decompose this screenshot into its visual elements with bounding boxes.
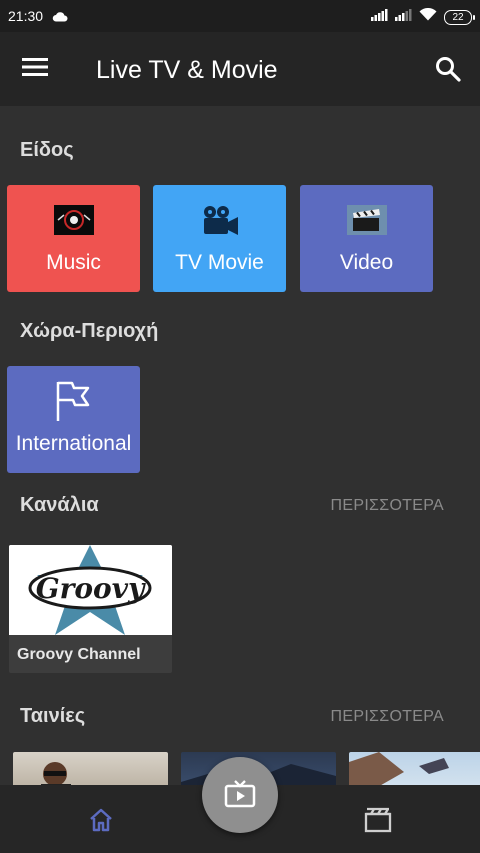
status-time: 21:30 xyxy=(8,8,44,24)
signal-icon xyxy=(371,8,388,26)
wifi-icon xyxy=(419,7,437,26)
section-title-country: Χώρα-Περιοχή xyxy=(20,320,159,342)
clapperboard-thumbnail xyxy=(346,205,387,235)
movie-icon[interactable] xyxy=(364,807,392,838)
genre-tile-label: TV Movie xyxy=(175,251,264,274)
film-camera-icon xyxy=(200,205,240,235)
cloud-icon xyxy=(52,9,68,27)
signal-icon-2 xyxy=(395,8,412,26)
search-icon[interactable] xyxy=(434,55,462,88)
menu-icon[interactable] xyxy=(22,56,48,83)
genre-tile-music[interactable]: Music xyxy=(7,185,140,292)
section-title-channels: Κανάλια xyxy=(20,494,99,516)
flag-icon xyxy=(54,380,94,422)
live-tv-fab[interactable] xyxy=(202,757,278,833)
app-title: Live TV & Movie xyxy=(96,56,278,84)
channels-more-link[interactable]: ΠΕΡΙΣΣΟΤΕΡΑ xyxy=(331,497,444,515)
battery-indicator: 22 xyxy=(444,9,475,25)
groovy-logo: Groovy xyxy=(9,545,172,635)
section-title-movies: Ταινίες xyxy=(20,705,86,727)
music-thumbnail xyxy=(53,205,94,235)
genre-tile-label: Music xyxy=(46,251,101,274)
section-title-genre: Είδος xyxy=(20,139,74,161)
status-bar: 21:30 22 xyxy=(0,0,480,32)
app-bar: Live TV & Movie xyxy=(0,32,480,106)
country-tile-international[interactable]: International xyxy=(7,366,140,473)
channel-card-groovy[interactable]: Groovy Groovy Channel xyxy=(9,545,172,673)
country-tile-label: International xyxy=(15,432,132,455)
movies-more-link[interactable]: ΠΕΡΙΣΣΟΤΕΡΑ xyxy=(331,708,444,726)
genre-tile-tv-movie[interactable]: TV Movie xyxy=(153,185,286,292)
tv-play-icon xyxy=(224,780,256,808)
home-icon[interactable] xyxy=(88,807,114,838)
genre-tile-label: Video xyxy=(339,251,394,274)
svg-text:Groovy: Groovy xyxy=(36,572,146,605)
channel-name: Groovy Channel xyxy=(17,646,141,663)
genre-tile-video[interactable]: Video xyxy=(300,185,433,292)
